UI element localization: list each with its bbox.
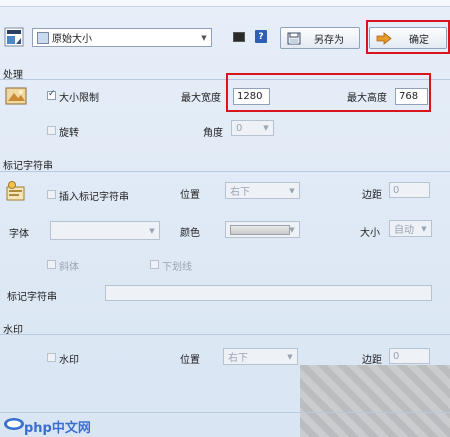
marker-string-label: 标记字符串 bbox=[7, 292, 57, 303]
save-as-button[interactable]: 另存为 bbox=[280, 27, 360, 49]
color-label: 颜色 bbox=[180, 228, 200, 239]
divider bbox=[0, 171, 450, 172]
watermark-position-label: 位置 bbox=[180, 355, 200, 366]
site-watermark-text: php中文网 bbox=[24, 421, 91, 436]
display-icon[interactable] bbox=[233, 32, 245, 42]
italic-label: 斜体 bbox=[59, 262, 79, 273]
marker-position-select[interactable]: 右下 ▼ bbox=[225, 182, 300, 199]
underline-label: 下划线 bbox=[162, 262, 192, 273]
marker-icon bbox=[4, 180, 28, 204]
image-process-icon bbox=[5, 86, 27, 106]
chevron-down-icon: ▼ bbox=[201, 33, 207, 42]
chevron-down-icon: ▼ bbox=[287, 352, 293, 361]
save-as-label: 另存为 bbox=[314, 34, 344, 46]
insert-marker-checkbox[interactable] bbox=[47, 190, 56, 199]
preset-value: 原始大小 bbox=[52, 34, 92, 45]
chevron-down-icon: ▼ bbox=[263, 124, 269, 132]
angle-select[interactable]: 0 ▼ bbox=[231, 120, 274, 136]
color-select[interactable]: ▼ bbox=[225, 221, 300, 238]
color-swatch bbox=[230, 224, 290, 235]
watermark-margin-input[interactable]: 0 bbox=[389, 348, 430, 364]
size-limit-checkbox[interactable] bbox=[47, 89, 56, 100]
font-label: 字体 bbox=[9, 229, 29, 240]
chevron-down-icon: ▼ bbox=[289, 186, 295, 195]
marker-string-input[interactable] bbox=[105, 285, 432, 301]
insert-marker-label: 插入标记字符串 bbox=[59, 192, 129, 203]
size-label: 大小 bbox=[360, 228, 380, 239]
php-logo-icon bbox=[3, 417, 25, 431]
size-select[interactable]: 自动 ▼ bbox=[389, 220, 432, 237]
save-icon bbox=[287, 32, 301, 45]
max-width-label: 最大宽度 bbox=[181, 93, 221, 104]
section-title-marker: 标记字符串 bbox=[3, 161, 53, 172]
watermark-label: 水印 bbox=[59, 355, 79, 366]
highlight-size-fields bbox=[226, 73, 431, 112]
watermark-position-value: 右下 bbox=[228, 353, 248, 364]
size-limit-label: 大小限制 bbox=[59, 93, 99, 104]
top-edge bbox=[0, 0, 450, 7]
preset-select[interactable]: 原始大小 ▼ bbox=[32, 28, 212, 47]
blurred-region bbox=[300, 365, 450, 437]
watermark-position-select[interactable]: 右下 ▼ bbox=[223, 348, 298, 365]
marker-margin-input[interactable]: 0 bbox=[389, 182, 430, 198]
angle-value: 0 bbox=[236, 122, 243, 134]
highlight-confirm bbox=[366, 20, 450, 54]
divider bbox=[0, 412, 450, 413]
marker-position-label: 位置 bbox=[180, 190, 200, 201]
chevron-down-icon: ▼ bbox=[289, 225, 295, 234]
underline-checkbox[interactable] bbox=[150, 260, 159, 269]
font-select[interactable]: ▼ bbox=[50, 221, 160, 240]
rotate-label: 旋转 bbox=[59, 128, 79, 139]
app-icon bbox=[4, 26, 24, 48]
rotate-checkbox[interactable] bbox=[47, 126, 56, 135]
chevron-down-icon: ▼ bbox=[421, 224, 427, 233]
marker-margin-label: 边距 bbox=[362, 190, 382, 201]
help-icon[interactable]: ? bbox=[255, 30, 267, 43]
size-value: 自动 bbox=[394, 225, 414, 236]
divider bbox=[0, 334, 450, 335]
preset-icon bbox=[37, 31, 49, 44]
chevron-down-icon: ▼ bbox=[149, 226, 155, 235]
marker-position-value: 右下 bbox=[230, 187, 250, 198]
watermark-margin-label: 边距 bbox=[362, 355, 382, 366]
angle-label: 角度 bbox=[203, 128, 223, 139]
italic-checkbox[interactable] bbox=[47, 260, 56, 269]
watermark-checkbox[interactable] bbox=[47, 353, 56, 362]
